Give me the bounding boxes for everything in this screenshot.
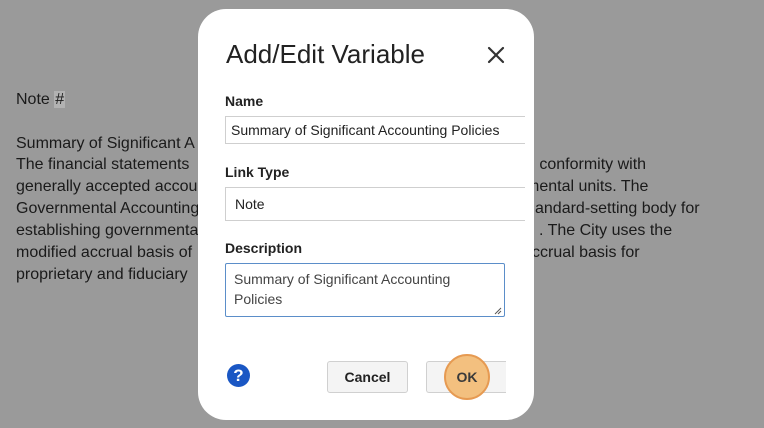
- name-field[interactable]: [225, 116, 525, 144]
- body-line-left: The financial statements: [16, 156, 190, 173]
- body-line-left: modified accrual basis of: [16, 244, 193, 261]
- description-field[interactable]: Summary of Significant Accounting Polici…: [225, 263, 505, 317]
- name-label: Name: [225, 93, 264, 109]
- close-icon: [487, 46, 505, 64]
- note-label: Note: [16, 91, 50, 108]
- body-line-right: . The City uses the: [539, 222, 673, 239]
- summary-heading: Summary of Significant A: [16, 135, 195, 152]
- body-line-left: Governmental Accounting: [16, 200, 200, 217]
- close-button[interactable]: [484, 43, 508, 67]
- note-heading: Note #: [16, 90, 66, 110]
- body-line-left: proprietary and fiduciary: [16, 266, 188, 283]
- link-type-field[interactable]: Note: [225, 187, 525, 221]
- click-highlight: [444, 354, 490, 400]
- body-line-left: establishing governmenta: [16, 222, 199, 239]
- resize-grip-icon[interactable]: [494, 307, 502, 315]
- link-type-label: Link Type: [225, 164, 290, 180]
- dialog-title: Add/Edit Variable: [226, 39, 425, 69]
- note-number-placeholder[interactable]: #: [54, 91, 66, 108]
- description-label: Description: [225, 240, 303, 256]
- body-line-left: generally accepted accou: [16, 178, 198, 195]
- body-line-right: mental units. The: [526, 178, 649, 195]
- add-edit-variable-dialog: Add/Edit Variable Name Link Type Note De…: [198, 9, 534, 420]
- cancel-button[interactable]: Cancel: [327, 361, 408, 393]
- body-line-right: andard-setting body for: [535, 200, 700, 217]
- body-line-right: ccrual basis for: [532, 244, 640, 261]
- help-button[interactable]: ?: [227, 364, 250, 387]
- body-line-right: n conformity with: [526, 156, 647, 173]
